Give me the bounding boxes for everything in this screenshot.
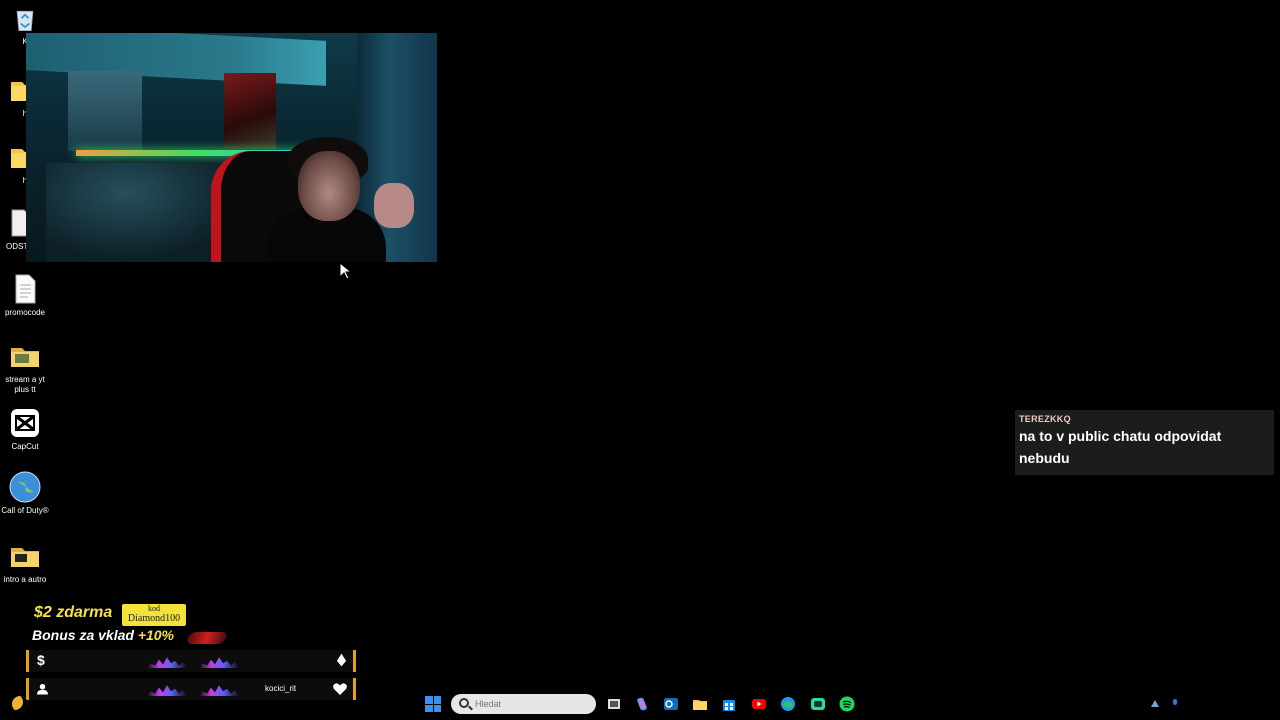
chat-message-text: na to v public chatu odpovidat nebudu: [1019, 428, 1222, 466]
desktop-icon-capcut[interactable]: CapCut: [0, 407, 50, 452]
webcam-person-hand: [374, 183, 414, 228]
spotify-icon[interactable]: [839, 696, 855, 712]
webcam-feed: [26, 33, 437, 262]
dollar-icon: $: [37, 652, 45, 668]
mouse-cursor-icon: [339, 262, 351, 280]
stat-bar-donation: $: [26, 650, 356, 672]
promo-code-label: kod: [148, 604, 160, 613]
promo-flame-graphic: [185, 632, 229, 644]
weather-moon-icon[interactable]: [12, 696, 28, 712]
text-file-icon: [15, 274, 36, 304]
desktop-icon-label: Call of Duty®: [1, 506, 49, 515]
search-icon: [459, 698, 469, 708]
chat-message: TEREZKKQ na to v public chatu odpovidat …: [1015, 410, 1274, 475]
taskbar-search[interactable]: [451, 694, 596, 714]
desktop-icon-call-of-duty[interactable]: Call of Duty®: [0, 471, 50, 516]
promo-bonus-percent: +10%: [137, 627, 175, 643]
youtube-icon[interactable]: [751, 696, 767, 712]
promo-bonus: Bonus za vklad +10%: [32, 627, 174, 643]
taskbar: [0, 688, 1280, 720]
recycle-bin-icon: [16, 10, 34, 31]
promo-headline: $2 zdarma: [34, 604, 113, 621]
discord-icon[interactable]: [810, 696, 826, 712]
desktop-icon-label: stream a yt plus tt: [5, 375, 45, 394]
search-input[interactable]: [475, 697, 585, 711]
desktop-icon-intro-folder[interactable]: intro a autro: [0, 540, 50, 585]
diamond-icon: [336, 653, 347, 667]
edge-icon[interactable]: [780, 696, 796, 712]
start-icon-tile: [433, 704, 441, 712]
chat-username: TEREZKKQ: [1019, 414, 1071, 424]
audio-visualizer: [199, 657, 239, 668]
webcam-poster: [68, 71, 142, 151]
file-explorer-icon[interactable]: [692, 696, 708, 712]
desktop-icon-stream-folder[interactable]: stream a yt plus tt: [0, 340, 50, 395]
folder-icon: [11, 348, 39, 367]
desktop-icon-label: promocode: [4, 308, 46, 317]
webcam-person-head: [298, 151, 360, 221]
task-view-icon[interactable]: [606, 696, 622, 712]
network-icon[interactable]: [1150, 698, 1160, 708]
outlook-icon[interactable]: [663, 696, 679, 712]
promo-code-value: Diamond100: [127, 613, 181, 624]
store-icon[interactable]: [721, 696, 737, 712]
promo-code-badge: kod Diamond100: [122, 604, 186, 626]
promo-bonus-text: Bonus za vklad: [32, 627, 134, 643]
audio-visualizer: [147, 657, 187, 668]
capcut-icon: [11, 409, 39, 437]
desktop-icon-label: intro a autro: [3, 575, 47, 584]
webcam-poster: [224, 73, 276, 149]
start-icon-tile: [425, 696, 433, 704]
desktop-icon-label: CapCut: [11, 442, 39, 451]
desktop-icon-promocode[interactable]: promocode: [0, 273, 50, 318]
start-icon-tile: [425, 704, 433, 712]
microphone-icon[interactable]: [1170, 698, 1180, 708]
folder-icon: [11, 548, 39, 567]
start-icon-tile: [433, 696, 441, 704]
globe-icon: [9, 471, 41, 503]
start-button[interactable]: [425, 696, 441, 712]
copilot-icon[interactable]: [634, 696, 650, 712]
